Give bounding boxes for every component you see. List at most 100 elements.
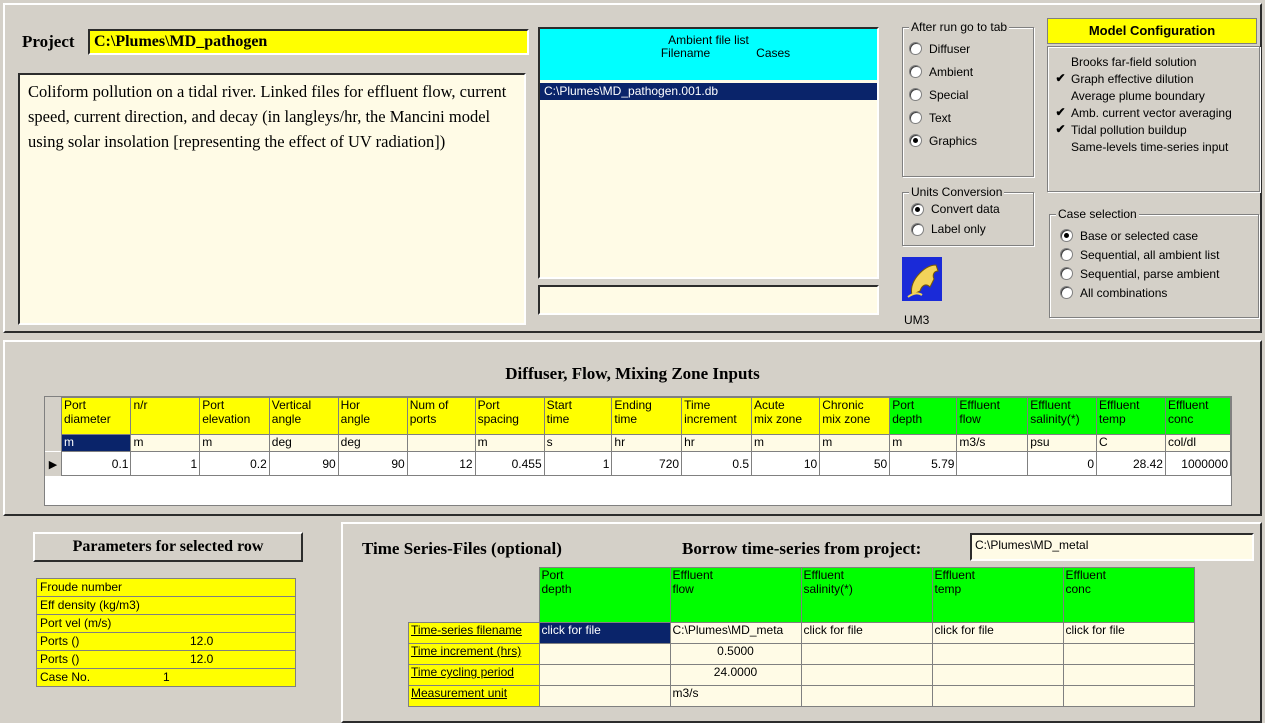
diffuser-value-cell[interactable]: 0.5 — [681, 451, 753, 476]
diffuser-unit-cell[interactable]: m — [474, 434, 545, 452]
ts-cell[interactable] — [538, 664, 671, 686]
diffuser-value-cell[interactable]: 1 — [130, 451, 201, 476]
diffuser-value-cell[interactable]: 12 — [406, 451, 476, 476]
ts-cell[interactable]: click for file — [1062, 622, 1195, 644]
ts-cell[interactable]: C:\Plumes\MD_meta — [669, 622, 802, 644]
diffuser-col-header[interactable]: Start time — [543, 397, 613, 435]
diffuser-unit-cell[interactable]: m — [60, 434, 132, 452]
ts-cell[interactable] — [1062, 685, 1195, 707]
diffuser-values-row[interactable]: 0.1 1 0.2 90 90 12 0.455 1 720 0.5 10 50 5.79 0 28.42 1… — [60, 451, 1232, 476]
ts-cell[interactable] — [931, 685, 1064, 707]
diffuser-col-header[interactable]: Effluent salinity(*) — [1027, 397, 1097, 435]
project-path-field[interactable]: C:\Plumes\MD_pathogen — [88, 29, 529, 55]
radio-graphics[interactable]: Graphics — [909, 129, 977, 152]
radio-special[interactable]: Special — [909, 83, 977, 106]
diffuser-col-header[interactable]: Effluent temp — [1096, 397, 1166, 435]
radio-all-combinations[interactable]: All combinations — [1060, 283, 1219, 302]
radio-sequential-all[interactable]: Sequential, all ambient list — [1060, 245, 1219, 264]
diffuser-value-cell[interactable]: 28.42 — [1096, 451, 1166, 476]
diffuser-value-cell[interactable]: 90 — [268, 451, 339, 476]
diffuser-col-header[interactable]: Ending time — [611, 397, 683, 435]
diffuser-value-cell[interactable] — [956, 451, 1029, 476]
diffuser-value-cell[interactable]: 5.79 — [889, 451, 958, 476]
ts-cell[interactable]: click for file — [931, 622, 1064, 644]
ts-cell[interactable]: 24.0000 — [669, 664, 802, 686]
diffuser-col-header[interactable]: Port elevation — [199, 397, 270, 435]
diffuser-value-cell[interactable]: 0.455 — [474, 451, 545, 476]
diffuser-unit-cell[interactable]: hr — [681, 434, 753, 452]
ts-cell[interactable]: click for file — [800, 622, 933, 644]
diffuser-col-header[interactable]: Effluent conc — [1164, 397, 1232, 435]
borrow-project-field[interactable]: C:\Plumes\MD_metal — [970, 533, 1254, 561]
ts-row[interactable]: Time cycling period 24.0000 — [408, 664, 1195, 686]
diffuser-unit-cell[interactable]: m — [199, 434, 270, 452]
diffuser-unit-cell[interactable]: m — [889, 434, 958, 452]
diffuser-unit-cell[interactable]: deg — [337, 434, 408, 452]
diffuser-unit-cell[interactable]: m — [130, 434, 201, 452]
radio-label-only[interactable]: Label only — [911, 219, 1000, 239]
diffuser-unit-cell[interactable]: C — [1096, 434, 1166, 452]
check-average-boundary[interactable]: Average plume boundary — [1054, 87, 1232, 104]
check-tidal-buildup[interactable]: ✔ Tidal pollution buildup — [1054, 121, 1232, 138]
radio-base-case[interactable]: Base or selected case — [1060, 226, 1219, 245]
ambient-file-list[interactable]: Ambient file list Filename Cases C:\Plum… — [538, 27, 879, 279]
check-same-levels[interactable]: Same-levels time-series input — [1054, 138, 1232, 155]
diffuser-unit-cell[interactable]: m — [751, 434, 821, 452]
radio-text[interactable]: Text — [909, 106, 977, 129]
diffuser-col-header[interactable]: n/r — [130, 397, 201, 435]
ts-cell[interactable] — [931, 664, 1064, 686]
ts-cell[interactable] — [800, 664, 933, 686]
ts-row[interactable]: Time increment (hrs) 0.5000 — [408, 643, 1195, 665]
diffuser-value-cell[interactable]: 10 — [751, 451, 821, 476]
check-graph-dilution[interactable]: ✔ Graph effective dilution — [1054, 70, 1232, 87]
diffuser-col-header[interactable]: Vertical angle — [268, 397, 339, 435]
radio-diffuser[interactable]: Diffuser — [909, 37, 977, 60]
ambient-file-row[interactable]: C:\Plumes\MD_pathogen.001.db — [540, 83, 877, 100]
diffuser-col-header[interactable]: Port spacing — [474, 397, 545, 435]
diffuser-col-header[interactable]: Acute mix zone — [751, 397, 821, 435]
diffuser-col-header[interactable]: Time increment — [681, 397, 753, 435]
diffuser-value-cell[interactable]: 1000000 — [1164, 451, 1232, 476]
ts-cell[interactable] — [1062, 643, 1195, 665]
radio-sequential-parse[interactable]: Sequential, parse ambient — [1060, 264, 1219, 283]
diffuser-col-header[interactable]: Port diameter — [60, 397, 132, 435]
diffuser-unit-cell[interactable]: m3/s — [956, 434, 1029, 452]
diffuser-unit-cell[interactable]: hr — [611, 434, 683, 452]
diffuser-unit-cell[interactable]: s — [543, 434, 613, 452]
ts-col-header[interactable]: Effluent temp — [931, 567, 1064, 623]
diffuser-value-cell[interactable]: 0.2 — [199, 451, 270, 476]
diffuser-unit-cell[interactable] — [406, 434, 476, 452]
radio-convert-data[interactable]: Convert data — [911, 199, 1000, 219]
diffuser-unit-cell[interactable]: deg — [268, 434, 339, 452]
ts-cell[interactable] — [1062, 664, 1195, 686]
check-brooks[interactable]: Brooks far-field solution — [1054, 53, 1232, 70]
diffuser-value-cell[interactable]: 0 — [1027, 451, 1097, 476]
ts-row[interactable]: Measurement unit m3/s — [408, 685, 1195, 707]
diffuser-unit-cell[interactable]: m — [819, 434, 891, 452]
params-title-button[interactable]: Parameters for selected row — [33, 532, 303, 562]
ts-col-header[interactable]: Effluent flow — [669, 567, 802, 623]
ts-col-header[interactable]: Effluent conc — [1062, 567, 1195, 623]
ts-cell[interactable] — [800, 685, 933, 707]
diffuser-unit-cell[interactable]: psu — [1027, 434, 1097, 452]
diffuser-value-cell[interactable]: 720 — [611, 451, 683, 476]
diffuser-col-header[interactable]: Hor angle — [337, 397, 408, 435]
ts-cell[interactable] — [538, 643, 671, 665]
diffuser-value-cell[interactable]: 90 — [337, 451, 408, 476]
ts-cell[interactable]: click for file — [538, 622, 671, 644]
ts-cell[interactable] — [538, 685, 671, 707]
ts-cell[interactable] — [931, 643, 1064, 665]
um3-model-icon[interactable] — [902, 257, 942, 301]
check-amb-averaging[interactable]: ✔ Amb. current vector averaging — [1054, 104, 1231, 121]
diffuser-col-header[interactable]: Port depth — [889, 397, 958, 435]
diffuser-col-header[interactable]: Num of ports — [406, 397, 476, 435]
radio-ambient[interactable]: Ambient — [909, 60, 977, 83]
ambient-bottom-field[interactable] — [538, 285, 879, 315]
ts-col-header[interactable]: Port depth — [538, 567, 671, 623]
project-description[interactable]: Coliform pollution on a tidal river. Lin… — [18, 73, 526, 325]
diffuser-value-cell[interactable]: 0.1 — [60, 451, 132, 476]
ts-cell[interactable]: m3/s — [669, 685, 802, 707]
ts-cell[interactable]: 0.5000 — [669, 643, 802, 665]
ts-row[interactable]: Time-series filename click for file C:\Plu… — [408, 622, 1195, 644]
diffuser-col-header[interactable]: Effluent flow — [956, 397, 1029, 435]
